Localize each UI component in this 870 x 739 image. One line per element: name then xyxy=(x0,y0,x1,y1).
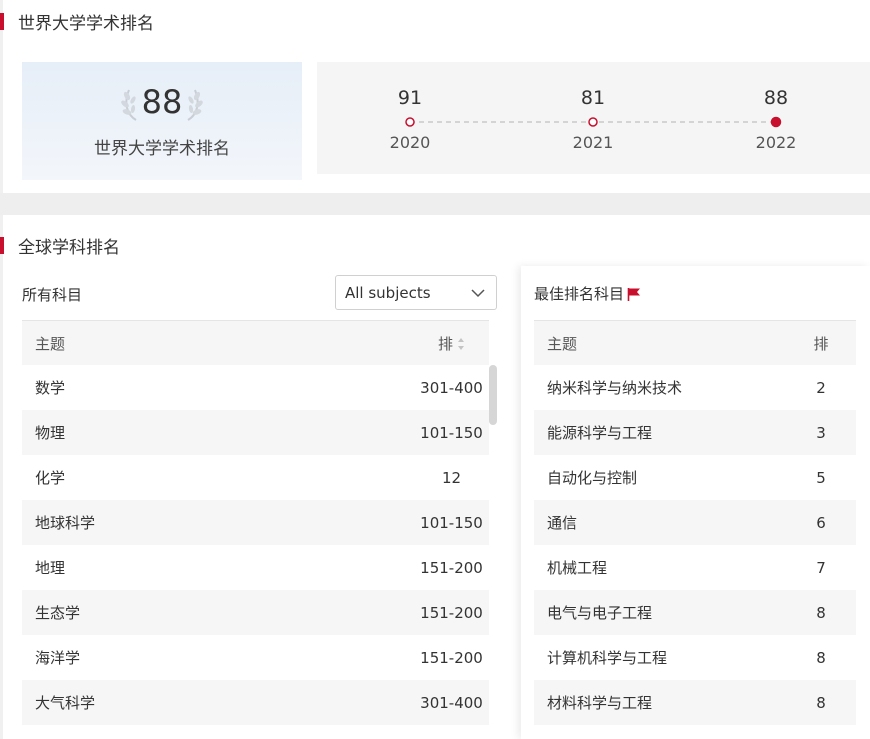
row-rank: 2 xyxy=(816,378,826,397)
timeline-value-2022: 88 xyxy=(763,87,789,109)
score-card: 88 世界大学学术排名 xyxy=(22,62,302,180)
header-rank-sort[interactable]: 排 xyxy=(414,333,489,354)
header-subject: 主题 xyxy=(547,334,578,353)
laurel-left-icon xyxy=(121,89,137,121)
subject-ranking-table: 主题 排 数学 301-400 物理 101-150 化学 12 地球科学 101-15… xyxy=(22,320,489,725)
best-subjects-title-text: 最佳排名科目 xyxy=(534,285,625,303)
subject-select-value: All subjects xyxy=(345,283,431,302)
row-subject: 能源科学与工程 xyxy=(547,424,653,442)
table-row: 海洋学 151-200 xyxy=(22,635,489,680)
timeline-dot-2021 xyxy=(588,117,598,127)
row-rank: 151-200 xyxy=(420,648,483,667)
left-edge xyxy=(0,0,3,739)
timeline-line xyxy=(405,116,782,128)
table-row: 地理 151-200 xyxy=(22,545,489,590)
row-subject: 材料科学与工程 xyxy=(547,694,653,712)
row-rank: 101-150 xyxy=(420,513,483,532)
ranking-timeline: 91 81 88 2020 2021 2022 xyxy=(317,62,870,174)
row-rank: 6 xyxy=(816,513,826,532)
row-subject: 物理 xyxy=(35,424,66,442)
row-subject: 计算机科学与工程 xyxy=(547,649,668,667)
table-row: 材料科学与工程 8 xyxy=(534,680,856,725)
row-subject: 地球科学 xyxy=(35,514,96,532)
row-rank: 301-400 xyxy=(420,693,483,712)
title-accent-bar xyxy=(0,13,4,30)
table-row: 电气与电子工程 8 xyxy=(534,590,856,635)
best-subjects-table: 主题 排 纳米科学与纳米技术 2 能源科学与工程 3 自动化与控制 5 通信 6 机械工… xyxy=(534,320,856,725)
row-rank: 151-200 xyxy=(420,558,483,577)
table-row: 纳米科学与纳米技术 2 xyxy=(534,365,856,410)
row-rank: 151-200 xyxy=(420,603,483,622)
section-title-world-ranking: 世界大学学术排名 xyxy=(0,9,154,34)
timeline-year-2021: 2021 xyxy=(572,133,614,152)
table-row: 大气科学 301-400 xyxy=(22,680,489,725)
header-rank: 排 xyxy=(813,334,829,353)
section-title-text: 全球学科排名 xyxy=(18,238,120,258)
row-subject: 电气与电子工程 xyxy=(547,604,653,622)
table-row: 地球科学 101-150 xyxy=(22,500,489,545)
table-row: 机械工程 7 xyxy=(534,545,856,590)
table-row: 通信 6 xyxy=(534,500,856,545)
laurel-right-icon xyxy=(187,89,203,121)
row-subject: 数学 xyxy=(35,379,66,397)
table-row: 生态学 151-200 xyxy=(22,590,489,635)
table-row: 能源科学与工程 3 xyxy=(534,410,856,455)
row-subject: 通信 xyxy=(547,514,578,532)
table-row: 计算机科学与工程 8 xyxy=(534,635,856,680)
best-subjects-title: 最佳排名科目 xyxy=(534,283,642,304)
sort-icon xyxy=(458,338,464,350)
table-row: 物理 101-150 xyxy=(22,410,489,455)
section-title-subject-ranking: 全球学科排名 xyxy=(0,233,120,258)
row-subject: 生态学 xyxy=(35,604,81,622)
row-subject: 机械工程 xyxy=(547,559,608,577)
table-row: 自动化与控制 5 xyxy=(534,455,856,500)
table-scrollbar[interactable] xyxy=(489,365,497,425)
row-rank: 101-150 xyxy=(420,423,483,442)
row-rank: 12 xyxy=(441,468,462,487)
row-subject: 大气科学 xyxy=(35,694,96,712)
row-subject: 纳米科学与纳米技术 xyxy=(547,379,683,397)
timeline-value-2020: 91 xyxy=(397,87,423,109)
row-rank: 3 xyxy=(816,423,826,442)
flag-icon xyxy=(627,287,641,301)
row-rank: 301-400 xyxy=(420,378,483,397)
timeline-dot-2022 xyxy=(770,116,782,128)
score-label: 世界大学学术排名 xyxy=(94,139,230,159)
table-header: 主题 排 xyxy=(22,320,489,365)
header-rank-label: 排 xyxy=(437,334,453,353)
table-row: 数学 301-400 xyxy=(22,365,489,410)
table-header: 主题 排 xyxy=(534,320,856,365)
row-rank: 5 xyxy=(816,468,826,487)
title-accent-bar xyxy=(0,237,4,254)
table-row: 化学 12 xyxy=(22,455,489,500)
row-rank: 8 xyxy=(816,603,826,622)
row-rank: 8 xyxy=(816,648,826,667)
row-rank: 7 xyxy=(816,558,826,577)
timeline-year-2022: 2022 xyxy=(755,133,797,152)
timeline-year-2020: 2020 xyxy=(389,133,431,152)
overall-score: 88 xyxy=(141,83,183,121)
row-subject: 化学 xyxy=(35,469,66,487)
subject-select[interactable]: All subjects xyxy=(335,275,497,310)
section-title-text: 世界大学学术排名 xyxy=(18,14,154,34)
row-subject: 自动化与控制 xyxy=(547,469,638,487)
section-divider xyxy=(0,193,870,215)
row-subject: 地理 xyxy=(35,559,66,577)
chevron-down-icon xyxy=(471,289,485,298)
filter-label: 所有科目 xyxy=(22,286,83,304)
timeline-value-2021: 81 xyxy=(580,87,606,109)
header-subject: 主题 xyxy=(35,334,66,353)
row-rank: 8 xyxy=(816,693,826,712)
timeline-dot-2020 xyxy=(405,117,415,127)
row-subject: 海洋学 xyxy=(35,649,81,667)
